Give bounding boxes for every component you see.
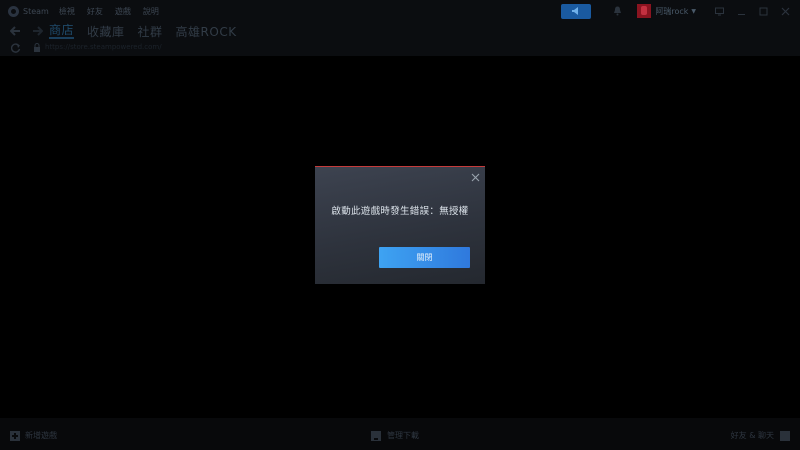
monitor-icon: [714, 7, 724, 15]
tab-profile[interactable]: 高雄ROCK: [176, 23, 237, 40]
menu-steam[interactable]: Steam: [23, 7, 49, 16]
menu-games[interactable]: 遊戲: [115, 6, 131, 17]
menu-bar: Steam 檢視 好友 遊戲 說明: [8, 0, 171, 22]
close-icon: [781, 7, 789, 15]
menu-friends[interactable]: 好友: [87, 6, 103, 17]
chevron-down-icon: ▼: [691, 7, 696, 15]
steam-logo-icon: [8, 5, 19, 17]
menu-view[interactable]: 檢視: [59, 6, 75, 17]
close-window-button[interactable]: [776, 4, 794, 19]
reload-icon[interactable]: [11, 43, 21, 53]
back-button[interactable]: [9, 25, 21, 37]
user-name: 阿瑞rock: [655, 6, 689, 16]
lock-icon: [34, 43, 40, 52]
maximize-icon: [759, 7, 767, 15]
menu-help[interactable]: 說明: [143, 6, 159, 17]
tab-community[interactable]: 社群: [138, 23, 163, 40]
add-game-button[interactable]: 新增遊戲: [10, 430, 57, 441]
download-icon: [371, 430, 381, 441]
notifications-button[interactable]: [603, 4, 631, 19]
chat-icon: [780, 430, 790, 441]
close-button[interactable]: 關閉: [379, 247, 470, 268]
announcement-button[interactable]: [561, 3, 592, 19]
user-menu[interactable]: 阿瑞rock ▼: [637, 4, 696, 18]
downloads-label: 管理下載: [387, 431, 419, 440]
announcement-icon: [572, 7, 579, 15]
avatar: [637, 4, 652, 18]
bottom-bar: 新增遊戲 管理下載 好友 & 聊天: [0, 418, 800, 450]
nav-bar: 商店 收藏庫 社群 高雄ROCK: [0, 22, 800, 40]
big-picture-button[interactable]: [710, 4, 728, 19]
tab-store[interactable]: 商店: [49, 23, 75, 39]
friends-chat-button[interactable]: 好友 & 聊天: [731, 430, 790, 441]
dialog-close-icon[interactable]: [471, 173, 480, 182]
tab-library[interactable]: 收藏庫: [87, 23, 125, 40]
error-dialog: 啟動此遊戲時發生錯誤：無授權 關閉: [315, 166, 485, 284]
downloads-button[interactable]: 管理下載: [371, 430, 419, 441]
minimize-icon: [737, 13, 745, 15]
maximize-button[interactable]: [754, 4, 772, 19]
forward-button[interactable]: [31, 25, 43, 37]
friends-chat-label: 好友 & 聊天: [730, 431, 774, 440]
plus-icon: [10, 430, 20, 441]
arrow-right-icon: [32, 26, 43, 36]
url-bar: https://store.steampowered.com/: [0, 40, 800, 56]
url-text[interactable]: https://store.steampowered.com/: [45, 43, 162, 51]
bell-icon: [613, 6, 621, 16]
nav-tabs: 商店 收藏庫 社群 高雄ROCK: [49, 22, 250, 40]
dialog-message: 啟動此遊戲時發生錯誤：無授權: [331, 206, 469, 217]
minimize-button[interactable]: [732, 4, 750, 19]
topbar-right: 阿瑞rock ▼: [561, 3, 794, 19]
arrow-left-icon: [9, 26, 20, 36]
title-bar: Steam 檢視 好友 遊戲 說明 阿瑞rock ▼: [0, 0, 800, 22]
add-game-label: 新增遊戲: [25, 431, 57, 440]
nav-arrows: [9, 25, 53, 37]
